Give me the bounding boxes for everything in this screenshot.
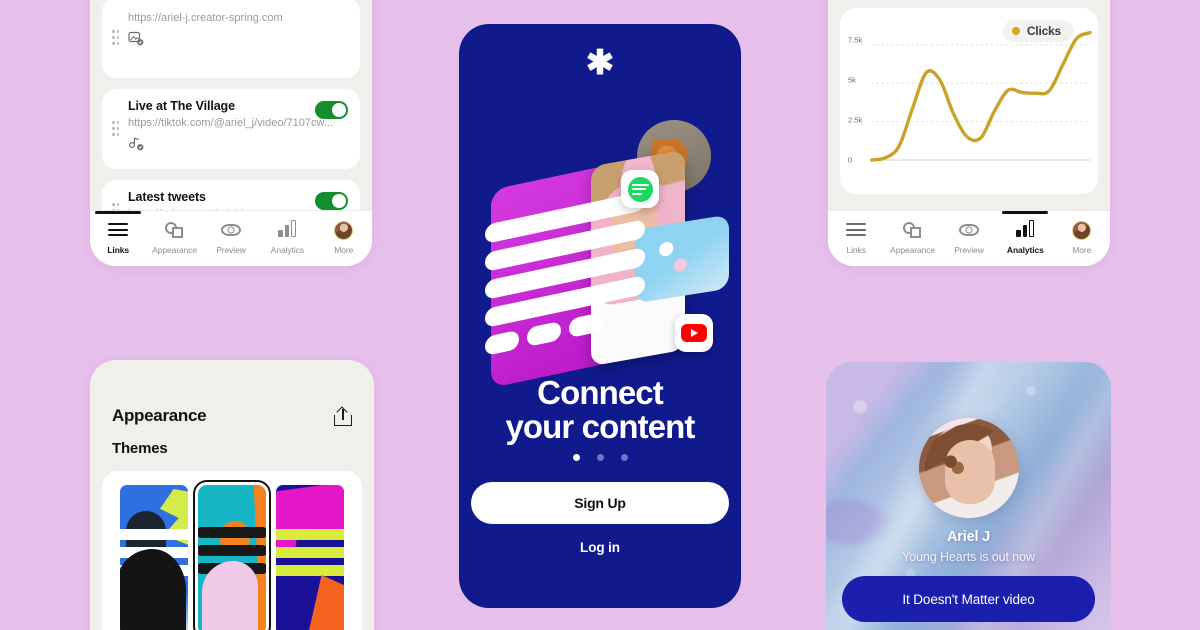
link-meta bbox=[128, 31, 348, 46]
nav-label: Analytics bbox=[270, 245, 304, 255]
themes-card bbox=[102, 471, 362, 630]
onboarding-phone-panel: ✱ Connect your content Sign Up Log in bbox=[459, 24, 741, 608]
link-url: https://tiktok.com/@ariel_j/video/7107cw… bbox=[128, 117, 333, 129]
eye-icon bbox=[220, 220, 242, 240]
headline-line-2: your content bbox=[505, 408, 695, 446]
link-meta bbox=[128, 136, 348, 151]
page-title: Appearance bbox=[112, 406, 207, 425]
links-icon bbox=[107, 220, 129, 240]
y-tick-label: 7.5k bbox=[848, 35, 863, 45]
avatar-icon bbox=[1071, 220, 1093, 240]
theme-option-blue[interactable] bbox=[120, 485, 188, 630]
eye-icon bbox=[958, 220, 980, 240]
nav-label: Appearance bbox=[890, 245, 935, 255]
appearance-icon bbox=[902, 220, 924, 240]
profile-bio: Young Hearts is out now bbox=[902, 550, 1035, 564]
legend-swatch bbox=[1011, 27, 1020, 35]
nav-item-appearance[interactable]: Appearance bbox=[146, 220, 202, 255]
bottom-nav: Links Appearance Preview Analytics More bbox=[90, 210, 372, 266]
nav-item-analytics[interactable]: Analytics bbox=[997, 220, 1053, 255]
spotify-icon bbox=[621, 170, 659, 208]
sign-up-button[interactable]: Sign Up bbox=[471, 482, 729, 524]
appearance-header: Appearance bbox=[90, 360, 374, 426]
drag-handle-icon[interactable] bbox=[112, 121, 119, 137]
carousel-dots[interactable] bbox=[459, 454, 741, 461]
carousel-dot[interactable] bbox=[620, 454, 628, 461]
link-card[interactable]: Live at The Village https://tiktok.com/@… bbox=[102, 89, 360, 169]
nav-label: Appearance bbox=[152, 245, 197, 255]
links-phone-panel: https://ariel-j.creator-spring.com Live … bbox=[90, 0, 372, 266]
appearance-phone-panel: Appearance Themes bbox=[90, 360, 374, 630]
nav-item-appearance[interactable]: Appearance bbox=[884, 220, 940, 255]
share-icon[interactable] bbox=[334, 406, 352, 426]
page-title: Connect your content bbox=[459, 374, 741, 446]
links-list: https://ariel-j.creator-spring.com Live … bbox=[90, 0, 372, 242]
avatar bbox=[918, 418, 1019, 518]
headline-line-1: Connect bbox=[537, 374, 664, 411]
illustration-blue-card bbox=[635, 214, 729, 304]
nav-item-preview[interactable]: Preview bbox=[941, 220, 997, 255]
nav-item-links[interactable]: Links bbox=[828, 220, 884, 255]
nav-item-preview[interactable]: Preview bbox=[203, 220, 259, 255]
clicks-chart-card: 7.5k 5k 2.5k 0 Clicks bbox=[840, 8, 1098, 194]
drag-handle-icon[interactable] bbox=[112, 30, 119, 46]
analytics-phone-panel: 7.5k 5k 2.5k 0 Clicks Links Appearance P… bbox=[828, 0, 1110, 266]
legend-label: Clicks bbox=[1026, 24, 1061, 38]
profile-link-button[interactable]: It Doesn't Matter video bbox=[842, 576, 1095, 622]
asterisk-logo-icon: ✱ bbox=[585, 44, 615, 82]
y-tick-label: 0 bbox=[848, 155, 853, 165]
screenshot-stage: https://ariel-j.creator-spring.com Live … bbox=[0, 0, 1200, 630]
bar-chart-icon bbox=[1014, 220, 1036, 240]
profile-preview-panel: Ariel J Young Hearts is out now It Doesn… bbox=[826, 362, 1111, 630]
themes-section-title: Themes bbox=[112, 440, 168, 457]
bottom-nav: Links Appearance Preview Analytics More bbox=[828, 210, 1110, 266]
nav-label: Preview bbox=[954, 245, 984, 255]
youtube-icon bbox=[675, 314, 713, 352]
hero-illustration bbox=[459, 102, 741, 389]
link-toggle[interactable] bbox=[315, 101, 348, 119]
nav-item-analytics[interactable]: Analytics bbox=[259, 220, 315, 255]
y-tick-label: 5k bbox=[848, 75, 856, 85]
carousel-dot-active[interactable] bbox=[572, 454, 580, 461]
nav-label: Links bbox=[107, 245, 130, 255]
profile-name: Ariel J bbox=[947, 529, 990, 545]
chart-legend: Clicks bbox=[1002, 20, 1074, 42]
link-card[interactable]: https://ariel-j.creator-spring.com bbox=[102, 0, 360, 78]
nav-item-links[interactable]: Links bbox=[90, 220, 146, 255]
nav-label: More bbox=[334, 245, 354, 255]
link-url: https://ariel-j.creator-spring.com bbox=[128, 12, 283, 24]
bar-chart-icon bbox=[276, 220, 298, 240]
illustration-link-bars bbox=[485, 190, 645, 385]
log-in-link[interactable]: Log in bbox=[459, 540, 741, 555]
theme-option-teal[interactable] bbox=[193, 480, 271, 630]
nav-label: More bbox=[1072, 245, 1092, 255]
image-verified-icon[interactable] bbox=[128, 31, 145, 46]
nav-label: Analytics bbox=[1006, 245, 1044, 255]
nav-item-more[interactable]: More bbox=[1054, 220, 1110, 255]
nav-label: Preview bbox=[216, 245, 246, 255]
y-tick-label: 2.5k bbox=[848, 115, 863, 125]
nav-item-more[interactable]: More bbox=[316, 220, 372, 255]
avatar-icon bbox=[333, 220, 355, 240]
theme-option-magenta[interactable] bbox=[276, 485, 344, 630]
nav-label: Links bbox=[846, 245, 866, 255]
links-icon bbox=[845, 220, 867, 240]
carousel-dot[interactable] bbox=[596, 454, 604, 461]
appearance-icon bbox=[164, 220, 186, 240]
music-verified-icon[interactable] bbox=[128, 136, 145, 151]
link-toggle[interactable] bbox=[315, 192, 348, 210]
